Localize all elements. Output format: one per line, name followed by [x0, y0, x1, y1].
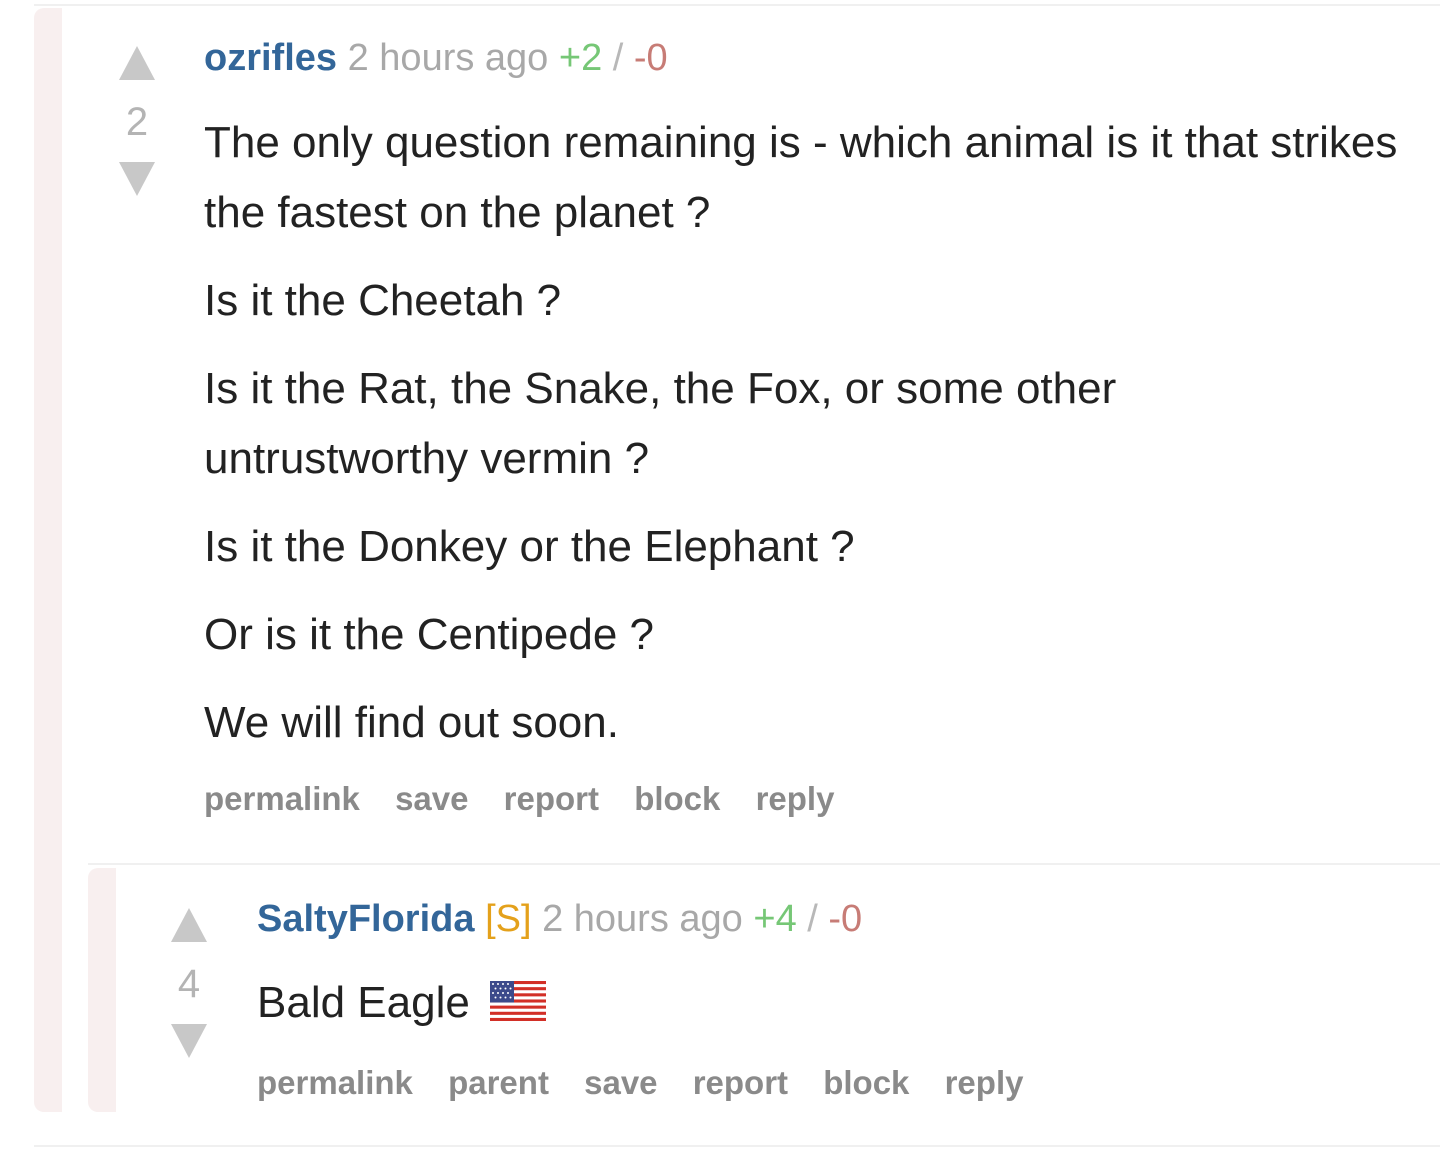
comment-tagline: SaltyFlorida [S] 2 hours ago +4 / -0: [257, 897, 862, 941]
report-link[interactable]: report: [693, 1064, 788, 1101]
upvote-count: +4: [753, 898, 797, 940]
top-divider: [34, 4, 1440, 6]
reply-link[interactable]: reply: [945, 1064, 1024, 1101]
comment-timestamp: 2 hours ago: [542, 898, 743, 940]
block-link[interactable]: block: [823, 1064, 909, 1101]
upvote-count: +2: [558, 37, 603, 79]
submitter-badge: [S]: [485, 898, 532, 940]
comment-body: The only question remaining is - which a…: [204, 108, 1404, 758]
permalink-link[interactable]: permalink: [257, 1064, 413, 1101]
downvote-arrow-icon[interactable]: [171, 1024, 207, 1058]
comment-timestamp: 2 hours ago: [347, 37, 549, 79]
parent-link[interactable]: parent: [448, 1064, 549, 1101]
downvote-count: -0: [828, 898, 863, 940]
comment-text: Bald Eagle: [257, 978, 470, 1027]
comment-author-link[interactable]: SaltyFlorida: [257, 898, 475, 940]
report-link[interactable]: report: [504, 780, 599, 817]
save-link[interactable]: save: [584, 1064, 657, 1101]
comment-score: 4: [177, 962, 201, 1006]
comment-paragraph: Is it the Cheetah ?: [204, 276, 562, 325]
vote-widget-parent: 2: [112, 46, 162, 196]
comment-body: Bald Eagle: [257, 968, 1357, 1038]
comment-paragraph: Or is it the Centipede ?: [204, 610, 655, 659]
flag-usa-icon: [490, 981, 547, 1021]
comment-score: 2: [125, 100, 149, 144]
comment-paragraph: Bald Eagle: [257, 968, 1357, 1038]
block-link[interactable]: block: [634, 780, 720, 817]
vote-widget-reply: 4: [164, 908, 214, 1058]
comment-author-link[interactable]: ozrifles: [204, 37, 337, 79]
vote-separator: /: [807, 898, 818, 940]
comment-paragraph: We will find out soon.: [204, 698, 619, 747]
permalink-link[interactable]: permalink: [204, 780, 360, 817]
comment-tagline: ozrifles 2 hours ago +2 / -0: [204, 36, 668, 80]
vote-separator: /: [612, 37, 624, 79]
upvote-arrow-icon[interactable]: [171, 908, 207, 942]
save-link[interactable]: save: [395, 780, 468, 817]
downvote-arrow-icon[interactable]: [119, 162, 155, 196]
comment-paragraph: Is it the Donkey or the Elephant ?: [204, 522, 855, 571]
comment-divider: [88, 863, 1440, 865]
downvote-count: -0: [633, 37, 668, 79]
bottom-divider: [34, 1145, 1440, 1147]
comment-paragraph: Is it the Rat, the Snake, the Fox, or so…: [204, 364, 1117, 483]
upvote-arrow-icon[interactable]: [119, 46, 155, 80]
comment-actions: permalink parent save report block reply: [257, 1064, 1049, 1102]
thread-collapse-bar[interactable]: [34, 8, 62, 1112]
reply-link[interactable]: reply: [756, 780, 835, 817]
thread-collapse-bar[interactable]: [88, 868, 116, 1112]
comment-paragraph: The only question remaining is - which a…: [204, 118, 1398, 237]
comment-actions: permalink save report block reply: [204, 780, 860, 818]
